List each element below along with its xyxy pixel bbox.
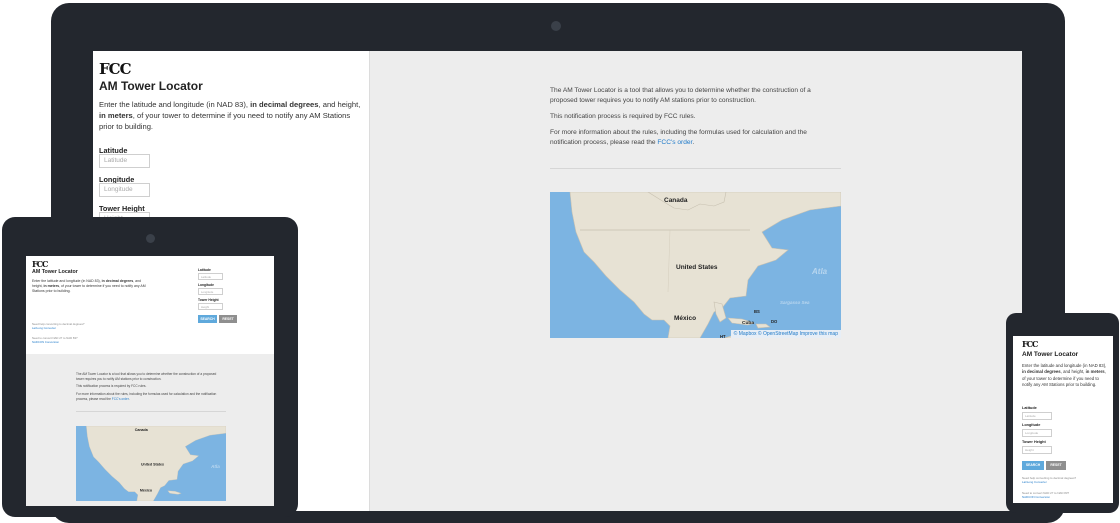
info-para-3: For more information about the rules, in…	[550, 129, 807, 146]
tablet-search-panel: FCC AM Tower Locator Enter the latitude …	[26, 256, 274, 354]
info-para-2: This notification process is required by…	[550, 113, 696, 120]
nad-help: Need to convert NAD 27 to NAD 83? NADCON …	[32, 336, 78, 344]
divider	[76, 411, 226, 412]
intro-text: Enter the latitude and longitude (in NAD…	[32, 279, 146, 293]
map[interactable]: Canada United States México Atla	[76, 426, 226, 501]
camera-icon	[551, 21, 561, 31]
info-para-1: The AM Tower Locator is a tool that allo…	[76, 372, 217, 381]
fcc-logo[interactable]: FCC	[99, 60, 132, 78]
nad-help: Need to convert NAD 27 to NAD 83? NADCON …	[1022, 491, 1070, 499]
search-button[interactable]: SEARCH	[198, 315, 217, 323]
reset-button[interactable]: RESET	[219, 315, 237, 323]
fcc-logo[interactable]: FCC	[32, 259, 48, 269]
intro-text: Enter the latitude and longitude (in NAD…	[1022, 363, 1107, 388]
fcc-logo[interactable]: FCC	[1022, 339, 1038, 349]
longitude-input[interactable]: Longitude	[99, 183, 150, 197]
map-label-do: DO	[771, 319, 778, 324]
convert-help: Need help converting to decimal degrees?…	[32, 322, 85, 330]
latitude-input[interactable]: Latitude	[198, 273, 223, 280]
divider	[550, 168, 841, 169]
fcc-order-link[interactable]: FCC's order	[657, 139, 692, 146]
latlong-converter-link[interactable]: Lat/Long Converter	[1022, 480, 1076, 484]
fcc-order-link[interactable]: FCC's order	[112, 397, 129, 401]
map-label-mexico: México	[140, 489, 153, 493]
phone-screen: FCC AM Tower Locator Enter the latitude …	[1013, 336, 1113, 503]
nadcon-link[interactable]: NADCON Conversion	[32, 340, 78, 344]
map-label-atlantic: Atla	[210, 464, 220, 469]
page-title: AM Tower Locator	[32, 269, 78, 275]
tower-height-input[interactable]: Height	[198, 303, 223, 310]
tower-height-label: Tower Height	[1022, 440, 1046, 444]
latitude-input[interactable]: Latitude	[99, 154, 150, 168]
map[interactable]: Canada United States México Cuba Atla Sa…	[550, 192, 841, 338]
longitude-input[interactable]: Longitude	[1022, 429, 1052, 437]
tablet-screen: FCC AM Tower Locator Enter the latitude …	[26, 256, 274, 506]
map-label-canada: Canada	[664, 197, 688, 204]
map-canvas[interactable]: Canada United States México Atla	[76, 426, 226, 501]
search-button[interactable]: SEARCH	[1022, 461, 1044, 470]
info-para-2: This notification process is required by…	[76, 384, 147, 388]
map-label-cuba: Cuba	[742, 320, 754, 326]
longitude-input[interactable]: Longitude	[198, 288, 223, 295]
map-canvas[interactable]: Canada United States México Cuba Atla Sa…	[550, 192, 841, 338]
latitude-label: Latitude	[1022, 406, 1037, 410]
info-para-3: For more information about the rules, in…	[76, 392, 217, 401]
page-title: AM Tower Locator	[99, 79, 203, 93]
reset-button[interactable]: RESET	[1046, 461, 1066, 470]
map-label-united-states: United States	[141, 463, 164, 467]
map-label-atlantic: Atla	[811, 267, 828, 276]
map-label-bs: BS	[754, 309, 760, 314]
longitude-label: Longitude	[1022, 423, 1041, 427]
nadcon-link[interactable]: NADCON Conversion	[1022, 495, 1069, 499]
map-label-mexico: México	[674, 315, 696, 322]
latitude-label: Latitude	[198, 268, 211, 272]
map-label-canada: Canada	[135, 428, 149, 432]
camera-icon	[146, 234, 155, 243]
page-title: AM Tower Locator	[1022, 351, 1079, 358]
tower-height-label: Tower Height	[198, 298, 219, 302]
intro-text: Enter the latitude and longitude (in NAD…	[99, 100, 361, 131]
latitude-input[interactable]: Latitude	[1022, 412, 1052, 420]
convert-help: Need help converting to decimal degrees?…	[1022, 476, 1077, 484]
longitude-label: Longitude	[198, 283, 214, 287]
map-attribution[interactable]: © Mapbox © OpenStreetMap Improve this ma…	[730, 330, 841, 338]
latlong-converter-link[interactable]: Lat/Long Converter	[32, 326, 84, 330]
map-label-ht: HT	[720, 334, 726, 338]
info-para-1: The AM Tower Locator is a tool that allo…	[550, 87, 811, 104]
map-label-sargasso-sea: Sargasso Sea	[780, 300, 810, 305]
map-label-united-states: United States	[676, 264, 718, 271]
tower-height-input[interactable]: Height	[1022, 446, 1052, 454]
